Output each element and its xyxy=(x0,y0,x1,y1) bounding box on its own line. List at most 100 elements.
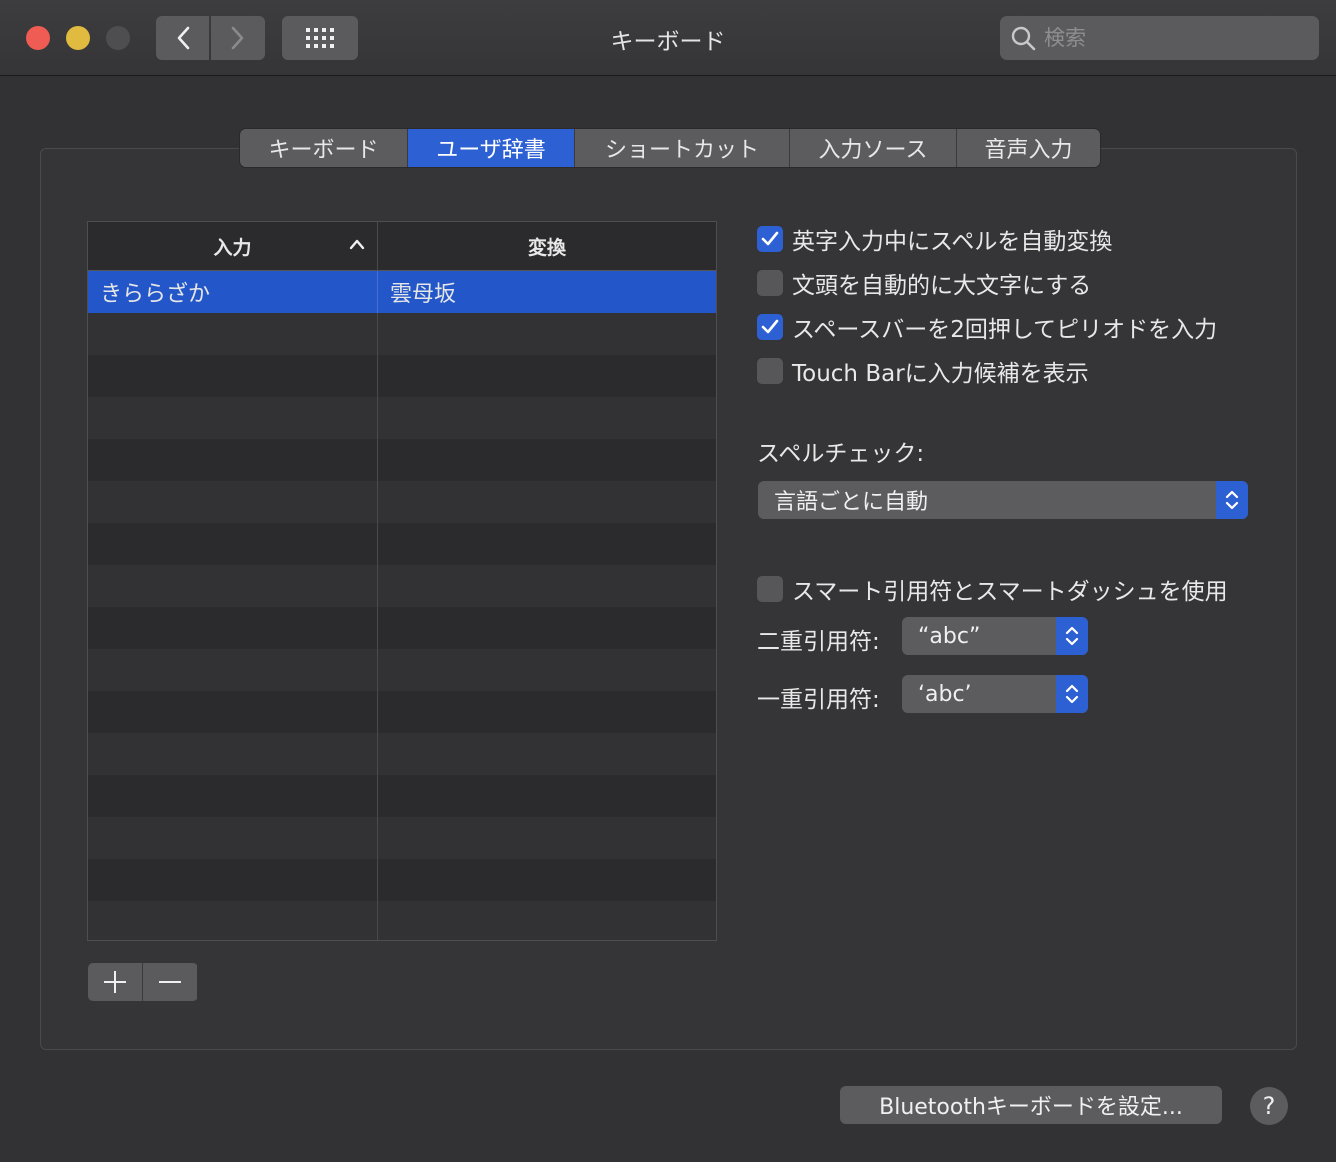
checkbox-box[interactable] xyxy=(757,576,783,602)
add-remove-control xyxy=(88,963,198,1001)
cell-empty xyxy=(88,565,378,607)
cell-empty xyxy=(88,691,378,733)
table-body: きららざか 雲母坂 xyxy=(88,271,716,940)
double-quote-label: 二重引用符: xyxy=(757,629,880,655)
cell-empty xyxy=(88,397,378,439)
tab-shortcuts[interactable]: ショートカット xyxy=(575,129,790,167)
tab-input-sources[interactable]: 入力ソース xyxy=(790,129,957,167)
cell-empty xyxy=(88,817,378,859)
cell-empty xyxy=(88,733,378,775)
table-row-empty xyxy=(88,775,716,817)
tab-user-dictionary[interactable]: ユーザ辞書 xyxy=(408,129,575,167)
table-row-empty xyxy=(88,523,716,565)
single-quote-select[interactable]: ‘abc’ xyxy=(902,675,1088,713)
table-row-empty xyxy=(88,859,716,901)
minus-icon xyxy=(159,981,181,983)
cell-empty xyxy=(378,901,716,940)
checkbox-label: 文頭を自動的に大文字にする xyxy=(792,273,1092,299)
cell-empty xyxy=(88,859,378,901)
updown-chevron-icon xyxy=(1056,617,1088,655)
cell-empty xyxy=(378,775,716,817)
table-row-empty xyxy=(88,817,716,859)
double-quote-value: “abc” xyxy=(918,623,981,649)
column-header-input[interactable]: 入力 xyxy=(88,222,378,270)
cell-empty xyxy=(378,397,716,439)
table-row[interactable]: きららざか 雲母坂 xyxy=(88,271,716,313)
cell-empty xyxy=(88,901,378,940)
table-row-empty xyxy=(88,481,716,523)
cell-conversion: 雲母坂 xyxy=(390,282,457,307)
table-row-empty xyxy=(88,901,716,940)
table-row-empty xyxy=(88,607,716,649)
single-quote-value: ‘abc’ xyxy=(918,681,972,707)
checkbox-box[interactable] xyxy=(757,314,783,340)
plus-icon xyxy=(104,971,126,993)
double-quote-select[interactable]: “abc” xyxy=(902,617,1088,655)
checkbox-box[interactable] xyxy=(757,270,783,296)
spellcheck-label: スペルチェック: xyxy=(757,441,925,467)
cell-empty xyxy=(88,523,378,565)
search-field[interactable] xyxy=(1000,16,1319,60)
column-header-conversion[interactable]: 変換 xyxy=(378,222,716,270)
table-row-empty xyxy=(88,439,716,481)
table-row-empty xyxy=(88,313,716,355)
cell-empty xyxy=(378,691,716,733)
cell-empty xyxy=(88,607,378,649)
cell-empty xyxy=(88,355,378,397)
sort-ascending-icon xyxy=(349,239,365,250)
spellcheck-value: 言語ごとに自動 xyxy=(774,490,929,515)
checkbox-label: スペースバーを2回押してピリオドを入力 xyxy=(792,317,1218,343)
search-icon xyxy=(1011,26,1036,51)
single-quote-label: 一重引用符: xyxy=(757,687,880,713)
search-input[interactable] xyxy=(1042,25,1306,51)
table-row-empty xyxy=(88,565,716,607)
updown-chevron-icon xyxy=(1056,675,1088,713)
autocorrect-checkbox[interactable]: 英字入力中にスペルを自動変換 xyxy=(757,222,1112,256)
checkbox-label: Touch Barに入力候補を表示 xyxy=(792,361,1089,387)
updown-chevron-icon xyxy=(1216,481,1248,519)
cell-empty xyxy=(378,649,716,691)
smart-quotes-checkbox[interactable]: スマート引用符とスマートダッシュを使用 xyxy=(757,572,1228,606)
table-row-empty xyxy=(88,691,716,733)
tab-keyboard[interactable]: キーボード xyxy=(240,129,408,167)
setup-bluetooth-keyboard-button[interactable]: Bluetoothキーボードを設定... xyxy=(840,1086,1222,1124)
double-space-period-checkbox[interactable]: スペースバーを2回押してピリオドを入力 xyxy=(757,310,1217,344)
add-entry-button[interactable] xyxy=(88,963,143,1001)
cell-empty xyxy=(88,313,378,355)
help-button[interactable]: ? xyxy=(1250,1087,1288,1125)
checkmark-icon xyxy=(761,231,779,246)
cell-empty xyxy=(88,481,378,523)
checkmark-icon xyxy=(761,319,779,334)
tab-dictation[interactable]: 音声入力 xyxy=(957,129,1100,167)
cell-empty xyxy=(88,439,378,481)
cell-empty xyxy=(88,649,378,691)
table-header: 入力 変換 xyxy=(88,222,716,271)
spellcheck-select[interactable]: 言語ごとに自動 xyxy=(758,481,1248,519)
cell-empty xyxy=(88,775,378,817)
cell-empty xyxy=(378,523,716,565)
cell-empty xyxy=(378,607,716,649)
cell-empty xyxy=(378,817,716,859)
touchbar-suggestions-checkbox[interactable]: Touch Barに入力候補を表示 xyxy=(757,354,1089,388)
table-row-empty xyxy=(88,649,716,691)
cell-input: きららざか xyxy=(88,271,378,313)
table-row-empty xyxy=(88,397,716,439)
dictionary-table: 入力 変換 きららざか 雲母坂 xyxy=(87,221,717,941)
cell-empty xyxy=(378,565,716,607)
title-bar: キーボード xyxy=(0,0,1336,76)
cell-empty xyxy=(378,355,716,397)
cell-empty xyxy=(378,313,716,355)
cell-empty xyxy=(378,733,716,775)
checkbox-box[interactable] xyxy=(757,226,783,252)
table-row-empty xyxy=(88,733,716,775)
cell-empty xyxy=(378,481,716,523)
checkbox-box[interactable] xyxy=(757,358,783,384)
remove-entry-button[interactable] xyxy=(143,963,197,1001)
checkbox-label: スマート引用符とスマートダッシュを使用 xyxy=(792,579,1228,605)
autocapitalize-checkbox[interactable]: 文頭を自動的に大文字にする xyxy=(757,266,1091,300)
table-row-empty xyxy=(88,355,716,397)
tab-bar: キーボード ユーザ辞書 ショートカット 入力ソース 音声入力 xyxy=(240,129,1100,167)
cell-empty xyxy=(378,859,716,901)
column-header-conversion-label: 変換 xyxy=(527,236,566,259)
cell-empty xyxy=(378,439,716,481)
